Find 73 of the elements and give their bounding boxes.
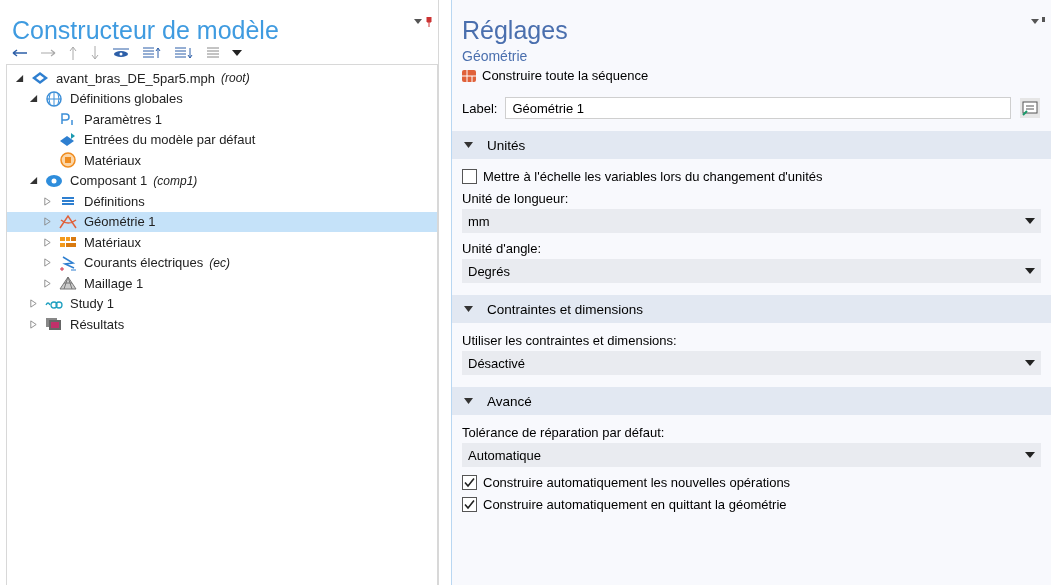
field-label: Unité d'angle: (462, 239, 543, 258)
mesh-icon (59, 275, 77, 292)
tree-item[interactable]: Résultats (7, 314, 437, 335)
current-icon (59, 254, 77, 271)
section-header[interactable]: Unités (452, 131, 1051, 159)
down-icon[interactable] (90, 46, 100, 60)
comment-icon[interactable] (1019, 97, 1041, 119)
build-icon (462, 69, 476, 82)
tree-item-tag: (root) (221, 71, 250, 86)
label-field[interactable]: Géométrie 1 (505, 97, 1011, 119)
list-up-icon[interactable] (142, 47, 162, 59)
checkbox[interactable] (462, 496, 477, 512)
eye-icon[interactable] (112, 47, 130, 59)
caret-icon (1025, 452, 1035, 458)
section-header[interactable]: Contraintes et dimensions (452, 295, 1051, 323)
component-icon (45, 172, 63, 189)
tree-item[interactable]: Entrées du modèle par défaut (7, 129, 437, 150)
up-icon[interactable] (68, 46, 78, 60)
expand-icon[interactable] (43, 278, 52, 288)
dropdown[interactable]: Degrés (462, 259, 1041, 283)
collapse-icon[interactable] (15, 73, 24, 83)
expand-icon[interactable] (43, 217, 52, 227)
field-label: Utiliser les contraintes et dimensions: (462, 331, 678, 350)
tree-item[interactable]: Study 1 (7, 293, 437, 314)
caret-icon (232, 50, 242, 56)
tree-item[interactable]: avant_bras_DE_5par5.mph (root) (7, 68, 437, 89)
checkbox-label: Mettre à l'échelle les variables lors du changement d'unités (483, 168, 823, 184)
dropdown[interactable]: Automatique (462, 443, 1041, 467)
tree-item[interactable]: Paramètres 1 (7, 109, 437, 130)
tree-item-tag: (ec) (209, 255, 230, 270)
screens-icon (45, 316, 63, 333)
expand-icon[interactable] (43, 196, 52, 206)
tree-item[interactable]: Définitions (7, 191, 437, 212)
expand-icon[interactable] (29, 299, 38, 309)
collapse-icon[interactable] (29, 94, 38, 104)
section-header[interactable]: Avancé (452, 387, 1051, 415)
diamond-icon (31, 70, 49, 87)
tree-item[interactable]: Matériaux (7, 150, 437, 171)
globe-icon (45, 90, 63, 107)
tree-item[interactable]: Courants électriques (ec) (7, 252, 437, 273)
checkbox-label: Construire automatiquement en quittant la géométrie (483, 496, 787, 512)
caret-icon (1025, 360, 1035, 366)
tree-item-tag: (comp1) (153, 173, 198, 188)
material-icon (59, 152, 77, 169)
checkbox[interactable] (462, 474, 477, 490)
list-down-icon[interactable] (174, 47, 194, 59)
panel-title: Réglages (461, 15, 568, 44)
dropdown[interactable]: mm (462, 209, 1041, 233)
collapse-icon[interactable] (29, 176, 38, 186)
back-icon[interactable] (12, 48, 28, 58)
checkbox[interactable] (462, 168, 477, 184)
expand-icon[interactable] (43, 237, 52, 247)
tree-item[interactable]: Maillage 1 (7, 273, 437, 294)
diamond-flag-icon (59, 131, 77, 148)
forward-icon[interactable] (40, 48, 56, 58)
caret-icon (1025, 268, 1035, 274)
field-label: Unité de longueur: (462, 189, 570, 208)
geometry-icon (59, 213, 77, 230)
dropdown[interactable]: Désactivé (462, 351, 1041, 375)
caret-icon (1025, 218, 1035, 224)
build-all-link[interactable]: Construire toute la séquence (482, 68, 649, 83)
tree-item[interactable]: Matériaux (7, 232, 437, 253)
tree-item[interactable]: Composant 1 (comp1) (7, 170, 437, 191)
expand-icon[interactable] (43, 258, 52, 268)
panel-title: Constructeur de modèle (11, 15, 279, 44)
checkbox-label: Construire automatiquement les nouvelles opérations (483, 474, 791, 490)
tree-item[interactable]: Définitions globales (7, 88, 437, 109)
tree-item[interactable]: Géométrie 1 (7, 211, 437, 232)
label-caption: Label: (462, 100, 498, 116)
expand-icon[interactable] (29, 319, 38, 329)
node-type-label: Géométrie (461, 47, 529, 64)
field-label: Tolérance de réparation par défaut: (462, 423, 666, 442)
pin-icon[interactable] (414, 17, 432, 27)
